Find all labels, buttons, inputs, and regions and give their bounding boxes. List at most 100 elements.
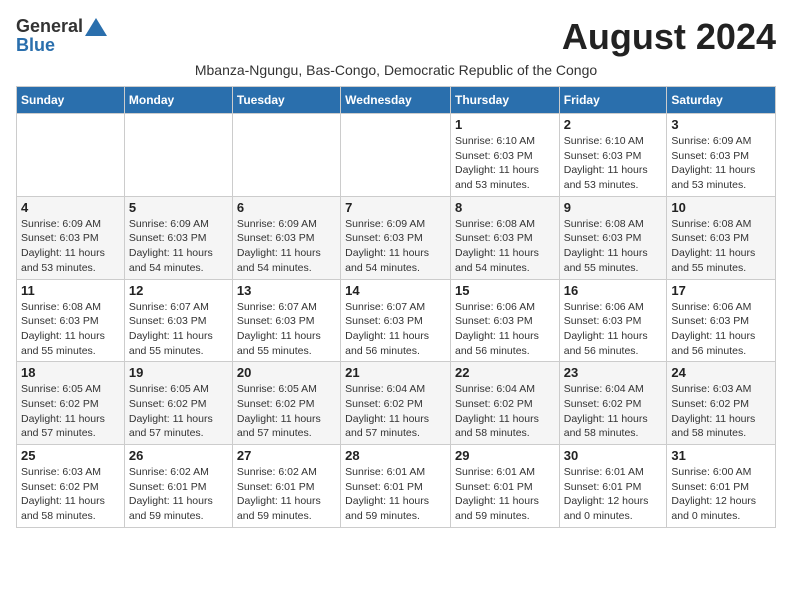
calendar-cell: 22 Sunrise: 6:04 AM Sunset: 6:02 PM Dayli… [450, 362, 559, 445]
weekday-header-thursday: Thursday [450, 87, 559, 114]
calendar-cell [124, 114, 232, 197]
calendar-cell: 28 Sunrise: 6:01 AM Sunset: 6:01 PM Dayli… [341, 445, 451, 528]
day-number: 1 [455, 117, 555, 132]
day-info: Sunrise: 6:06 AM Sunset: 6:03 PM Dayligh… [564, 300, 663, 359]
calendar-cell: 6 Sunrise: 6:09 AM Sunset: 6:03 PM Daylig… [232, 196, 340, 279]
calendar-cell: 10 Sunrise: 6:08 AM Sunset: 6:03 PM Dayli… [667, 196, 776, 279]
day-number: 29 [455, 448, 555, 463]
calendar-cell: 4 Sunrise: 6:09 AM Sunset: 6:03 PM Daylig… [17, 196, 125, 279]
calendar-week-5: 25 Sunrise: 6:03 AM Sunset: 6:02 PM Dayli… [17, 445, 776, 528]
day-number: 31 [671, 448, 771, 463]
calendar-cell: 21Sunrise: 6:04 AM Sunset: 6:02 PM Dayli… [341, 362, 451, 445]
calendar-cell: 26Sunrise: 6:02 AM Sunset: 6:01 PM Dayli… [124, 445, 232, 528]
day-info: Sunrise: 6:08 AM Sunset: 6:03 PM Dayligh… [21, 300, 120, 359]
day-info: Sunrise: 6:04 AM Sunset: 6:02 PM Dayligh… [455, 382, 555, 441]
subtitle: Mbanza-Ngungu, Bas-Congo, Democratic Rep… [16, 62, 776, 78]
day-info: Sunrise: 6:02 AM Sunset: 6:01 PM Dayligh… [129, 465, 228, 524]
calendar-week-4: 18 Sunrise: 6:05 AM Sunset: 6:02 PM Dayli… [17, 362, 776, 445]
day-number: 2 [564, 117, 663, 132]
day-number: 3 [671, 117, 771, 132]
day-number: 30 [564, 448, 663, 463]
calendar-cell: 5 Sunrise: 6:09 AM Sunset: 6:03 PM Daylig… [124, 196, 232, 279]
calendar-cell: 9Sunrise: 6:08 AM Sunset: 6:03 PM Daylig… [559, 196, 667, 279]
day-info: Sunrise: 6:09 AM Sunset: 6:03 PM Dayligh… [129, 217, 228, 276]
day-info: Sunrise: 6:06 AM Sunset: 6:03 PM Dayligh… [455, 300, 555, 359]
calendar-cell [341, 114, 451, 197]
day-number: 4 [21, 200, 120, 215]
calendar-cell: 12 Sunrise: 6:07 AM Sunset: 6:03 PM Dayli… [124, 279, 232, 362]
day-info: Sunrise: 6:08 AM Sunset: 6:03 PM Dayligh… [564, 217, 663, 276]
day-number: 19 [129, 365, 228, 380]
weekday-header-sunday: Sunday [17, 87, 125, 114]
day-info: Sunrise: 6:03 AM Sunset: 6:02 PM Dayligh… [21, 465, 120, 524]
weekday-header-wednesday: Wednesday [341, 87, 451, 114]
day-info: Sunrise: 6:10 AM Sunset: 6:03 PM Dayligh… [564, 134, 663, 193]
day-number: 8 [455, 200, 555, 215]
day-info: Sunrise: 6:07 AM Sunset: 6:03 PM Dayligh… [129, 300, 228, 359]
calendar-cell: 16Sunrise: 6:06 AM Sunset: 6:03 PM Dayli… [559, 279, 667, 362]
day-info: Sunrise: 6:08 AM Sunset: 6:03 PM Dayligh… [671, 217, 771, 276]
day-info: Sunrise: 6:01 AM Sunset: 6:01 PM Dayligh… [345, 465, 446, 524]
day-number: 7 [345, 200, 446, 215]
calendar-cell: 23Sunrise: 6:04 AM Sunset: 6:02 PM Dayli… [559, 362, 667, 445]
calendar-week-1: 1 Sunrise: 6:10 AM Sunset: 6:03 PM Daylig… [17, 114, 776, 197]
day-info: Sunrise: 6:09 AM Sunset: 6:03 PM Dayligh… [237, 217, 336, 276]
day-info: Sunrise: 6:09 AM Sunset: 6:03 PM Dayligh… [345, 217, 446, 276]
day-number: 6 [237, 200, 336, 215]
day-number: 22 [455, 365, 555, 380]
day-number: 20 [237, 365, 336, 380]
calendar-cell: 29 Sunrise: 6:01 AM Sunset: 6:01 PM Dayli… [450, 445, 559, 528]
day-info: Sunrise: 6:05 AM Sunset: 6:02 PM Dayligh… [237, 382, 336, 441]
day-info: Sunrise: 6:03 AM Sunset: 6:02 PM Dayligh… [671, 382, 771, 441]
day-info: Sunrise: 6:01 AM Sunset: 6:01 PM Dayligh… [455, 465, 555, 524]
day-number: 13 [237, 283, 336, 298]
calendar-cell: 31 Sunrise: 6:00 AM Sunset: 6:01 PM Dayli… [667, 445, 776, 528]
calendar-cell: 24 Sunrise: 6:03 AM Sunset: 6:02 PM Dayli… [667, 362, 776, 445]
calendar-cell: 27 Sunrise: 6:02 AM Sunset: 6:01 PM Dayli… [232, 445, 340, 528]
calendar-week-3: 11 Sunrise: 6:08 AM Sunset: 6:03 PM Dayli… [17, 279, 776, 362]
calendar-table: SundayMondayTuesdayWednesdayThursdayFrid… [16, 86, 776, 528]
weekday-header-friday: Friday [559, 87, 667, 114]
day-number: 17 [671, 283, 771, 298]
day-info: Sunrise: 6:05 AM Sunset: 6:02 PM Dayligh… [21, 382, 120, 441]
day-info: Sunrise: 6:00 AM Sunset: 6:01 PM Dayligh… [671, 465, 771, 524]
day-info: Sunrise: 6:02 AM Sunset: 6:01 PM Dayligh… [237, 465, 336, 524]
header: General Blue August 2024 [16, 16, 776, 58]
day-number: 25 [21, 448, 120, 463]
day-number: 5 [129, 200, 228, 215]
day-number: 14 [345, 283, 446, 298]
calendar-cell: 3 Sunrise: 6:09 AM Sunset: 6:03 PM Daylig… [667, 114, 776, 197]
weekday-header-saturday: Saturday [667, 87, 776, 114]
day-number: 10 [671, 200, 771, 215]
calendar-cell: 19 Sunrise: 6:05 AM Sunset: 6:02 PM Dayli… [124, 362, 232, 445]
weekday-header-monday: Monday [124, 87, 232, 114]
calendar-cell: 11 Sunrise: 6:08 AM Sunset: 6:03 PM Dayli… [17, 279, 125, 362]
calendar-cell [17, 114, 125, 197]
calendar-cell: 1Sunrise: 6:10 AM Sunset: 6:03 PM Daylig… [450, 114, 559, 197]
day-info: Sunrise: 6:05 AM Sunset: 6:02 PM Dayligh… [129, 382, 228, 441]
calendar-cell: 18 Sunrise: 6:05 AM Sunset: 6:02 PM Dayli… [17, 362, 125, 445]
day-info: Sunrise: 6:07 AM Sunset: 6:03 PM Dayligh… [345, 300, 446, 359]
day-number: 27 [237, 448, 336, 463]
calendar-week-2: 4 Sunrise: 6:09 AM Sunset: 6:03 PM Daylig… [17, 196, 776, 279]
calendar-cell: 20 Sunrise: 6:05 AM Sunset: 6:02 PM Dayli… [232, 362, 340, 445]
calendar-cell: 2 Sunrise: 6:10 AM Sunset: 6:03 PM Daylig… [559, 114, 667, 197]
calendar-cell [232, 114, 340, 197]
day-number: 18 [21, 365, 120, 380]
calendar-cell: 30 Sunrise: 6:01 AM Sunset: 6:01 PM Dayli… [559, 445, 667, 528]
logo-blue-text: Blue [16, 35, 55, 56]
logo-icon [85, 18, 107, 36]
day-info: Sunrise: 6:04 AM Sunset: 6:02 PM Dayligh… [345, 382, 446, 441]
day-info: Sunrise: 6:09 AM Sunset: 6:03 PM Dayligh… [21, 217, 120, 276]
calendar-cell: 14 Sunrise: 6:07 AM Sunset: 6:03 PM Dayli… [341, 279, 451, 362]
day-number: 24 [671, 365, 771, 380]
day-number: 15 [455, 283, 555, 298]
day-info: Sunrise: 6:01 AM Sunset: 6:01 PM Dayligh… [564, 465, 663, 524]
day-number: 11 [21, 283, 120, 298]
day-info: Sunrise: 6:08 AM Sunset: 6:03 PM Dayligh… [455, 217, 555, 276]
day-number: 28 [345, 448, 446, 463]
logo-general-text: General [16, 16, 83, 37]
day-info: Sunrise: 6:07 AM Sunset: 6:03 PM Dayligh… [237, 300, 336, 359]
day-number: 12 [129, 283, 228, 298]
day-info: Sunrise: 6:09 AM Sunset: 6:03 PM Dayligh… [671, 134, 771, 193]
